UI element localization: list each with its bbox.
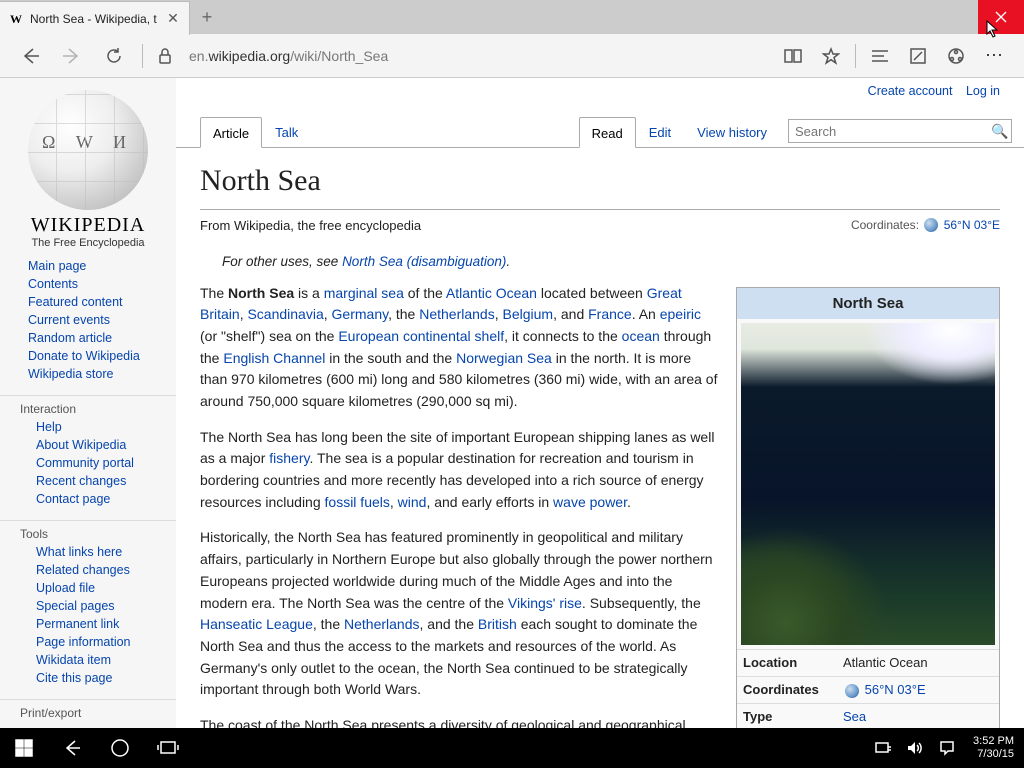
browser-tab[interactable]: W North Sea - Wikipedia, t ✕ — [0, 1, 190, 35]
sidebar-link[interactable]: Main page — [28, 259, 86, 273]
globe-icon — [924, 218, 938, 232]
task-view-button[interactable] — [144, 728, 192, 768]
tab-favicon: W — [10, 12, 24, 26]
sidebar-link[interactable]: Wikipedia store — [28, 367, 113, 381]
volume-icon[interactable] — [899, 728, 931, 768]
infobox-row: TypeSea — [737, 703, 999, 728]
url-host: wikipedia.org — [208, 48, 290, 64]
tab-title: North Sea - Wikipedia, t — [30, 12, 165, 26]
page-tab[interactable]: Edit — [636, 116, 684, 147]
sidebar-link[interactable]: Current events — [28, 313, 110, 327]
back-button[interactable] — [12, 38, 48, 74]
sidebar-link[interactable]: Contact page — [36, 492, 110, 506]
sidebar-link[interactable]: Wikidata item — [36, 653, 111, 667]
nav-print-heading: Print/export — [0, 699, 176, 722]
infobox-title: North Sea — [737, 288, 999, 319]
sidebar-link[interactable]: Cite this page — [36, 671, 112, 685]
nav-main: Main page Contents Featured content Current… — [0, 257, 176, 387]
mouse-cursor-icon — [986, 20, 1000, 38]
account-links: Create account Log in — [858, 84, 1000, 98]
back-task-button[interactable] — [48, 728, 96, 768]
nav-interaction-heading: Interaction — [0, 395, 176, 418]
sidebar-link[interactable]: Donate to Wikipedia — [28, 349, 140, 363]
taskbar: 3:52 PM 7/30/15 — [0, 728, 1024, 768]
search-input[interactable] — [789, 124, 989, 139]
wiki-search[interactable]: 🔍 — [788, 119, 1012, 143]
window-close-button[interactable] — [978, 0, 1024, 34]
search-icon[interactable]: 🔍 — [989, 123, 1011, 140]
sidebar-link[interactable]: Related changes — [36, 563, 130, 577]
sidebar-link[interactable]: About Wikipedia — [36, 438, 126, 452]
sidebar-link[interactable]: Featured content — [28, 295, 123, 309]
address-bar[interactable]: en.wikipedia.org/wiki/North_Sea — [183, 48, 769, 64]
page-tab[interactable]: View history — [684, 116, 780, 147]
page-tab[interactable]: Read — [579, 117, 636, 148]
sidebar-link[interactable]: Special pages — [36, 599, 115, 613]
create-account-link[interactable]: Create account — [868, 84, 953, 98]
hatnote-link[interactable]: North Sea (disambiguation) — [342, 254, 506, 269]
clock-date: 7/30/15 — [973, 748, 1014, 761]
new-tab-button[interactable]: + — [190, 0, 224, 34]
nav-tools-heading: Tools — [0, 520, 176, 543]
sidebar-link[interactable]: What links here — [36, 545, 122, 559]
wiki-logo-sub: The Free Encyclopedia — [0, 237, 176, 249]
clock-time: 3:52 PM — [973, 735, 1014, 748]
lock-icon — [153, 38, 177, 74]
wiki-logo[interactable]: WIKIPEDIA The Free Encyclopedia — [0, 90, 176, 257]
browser-toolbar: en.wikipedia.org/wiki/North_Sea ⋯ — [0, 34, 1024, 78]
coords-top: Coordinates: 56°N 03°E — [851, 216, 1000, 235]
more-button[interactable]: ⋯ — [976, 38, 1012, 74]
page-title: North Sea — [200, 158, 1000, 210]
hatnote: For other uses, see North Sea (disambigu… — [200, 248, 1000, 283]
sidebar-link[interactable]: Page information — [36, 635, 131, 649]
infobox-row: LocationAtlantic Ocean — [737, 649, 999, 676]
sidebar-link[interactable]: Help — [36, 420, 62, 434]
forward-button[interactable] — [54, 38, 90, 74]
infobox: North Sea LocationAtlantic OceanCoordina… — [736, 287, 1000, 728]
sidebar-link[interactable]: Recent changes — [36, 474, 126, 488]
infobox-image[interactable] — [741, 323, 995, 645]
url-path: /wiki/North_Sea — [290, 48, 388, 64]
start-button[interactable] — [0, 728, 48, 768]
page-tab[interactable]: Talk — [262, 116, 311, 147]
infobox-row: Coordinates 56°N 03°E — [737, 676, 999, 703]
network-icon[interactable] — [867, 728, 899, 768]
cortana-button[interactable] — [96, 728, 144, 768]
sidebar-link[interactable]: Random article — [28, 331, 112, 345]
share-button[interactable] — [938, 38, 974, 74]
page-tab[interactable]: Article — [200, 117, 262, 148]
taskbar-clock[interactable]: 3:52 PM 7/30/15 — [963, 735, 1024, 761]
favorites-button[interactable] — [813, 38, 849, 74]
wiki-logo-text: WIKIPEDIA — [0, 214, 176, 237]
sidebar-link[interactable]: Upload file — [36, 581, 95, 595]
url-sub: en. — [189, 48, 208, 64]
sidebar-link[interactable]: Permanent link — [36, 617, 119, 631]
webnote-button[interactable] — [900, 38, 936, 74]
window-titlebar: W North Sea - Wikipedia, t ✕ + — [0, 0, 1024, 34]
nav-interaction: Help About Wikipedia Community portal Recen… — [0, 418, 176, 512]
action-center-icon[interactable] — [931, 728, 963, 768]
reading-view-button[interactable] — [775, 38, 811, 74]
refresh-button[interactable] — [96, 38, 132, 74]
wiki-sidebar: WIKIPEDIA The Free Encyclopedia Main pag… — [0, 78, 176, 728]
coords-link[interactable]: 56°N 03°E — [944, 218, 1000, 232]
sidebar-link[interactable]: Contents — [28, 277, 78, 291]
tab-close-button[interactable]: ✕ — [165, 11, 181, 27]
login-link[interactable]: Log in — [966, 84, 1000, 98]
sidebar-link[interactable]: Community portal — [36, 456, 134, 470]
nav-tools: What links here Related changes Upload fil… — [0, 543, 176, 691]
wiki-globe-icon — [28, 90, 148, 210]
hub-button[interactable] — [862, 38, 898, 74]
